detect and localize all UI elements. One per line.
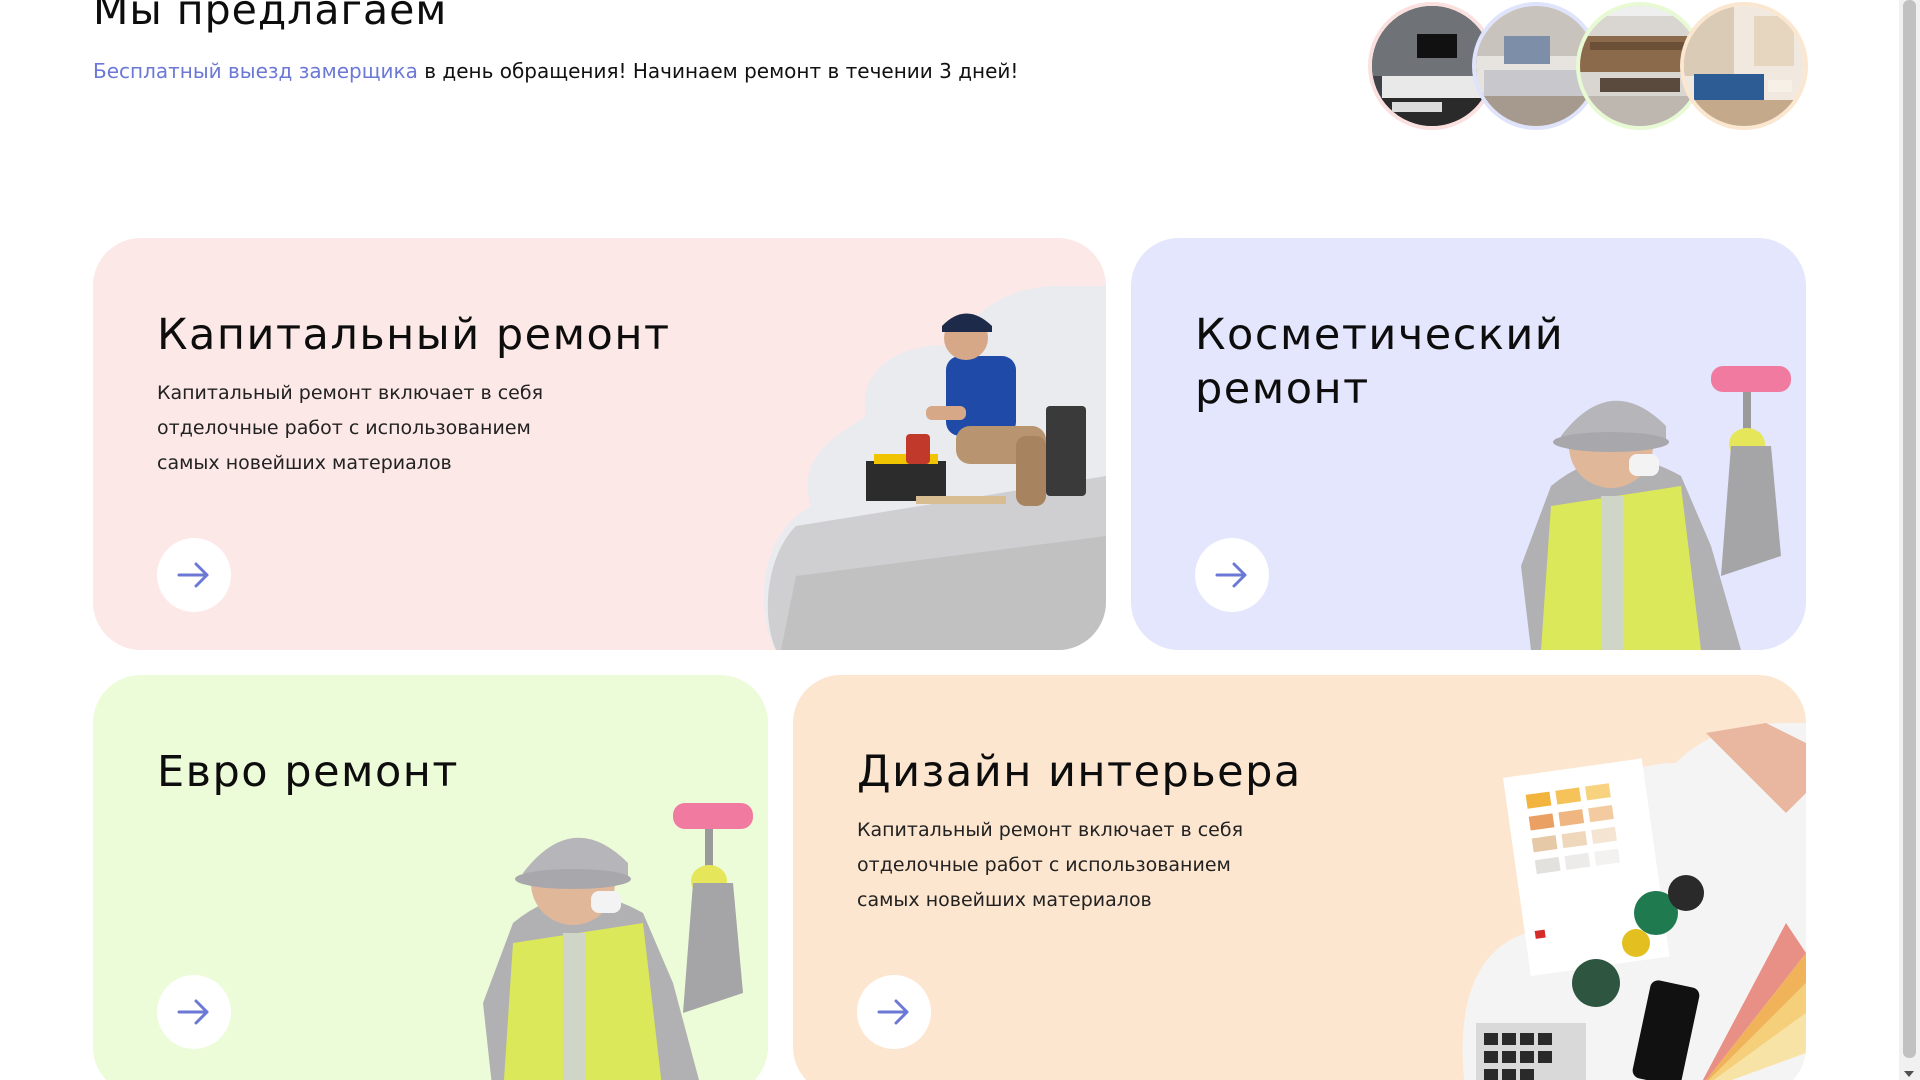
section-title: Мы предлагаем [93,0,448,34]
card-title: Евро ремонт [157,747,459,797]
arrow-right-icon [177,999,209,1025]
color-swatches-photo [1456,723,1806,1080]
vertical-scrollbar[interactable] [1899,0,1920,1080]
arrow-right-icon [177,562,209,588]
card-arrow-button[interactable] [1195,538,1269,612]
service-card-interior-design[interactable]: Дизайн интерьера Капитальный ремонт вклю… [793,675,1806,1080]
card-title: Дизайн интерьера [857,747,1302,797]
arrow-right-icon [877,999,909,1025]
page: Мы предлагаем Бесплатный выезд замерщика… [0,0,1920,1080]
painter-with-roller-photo [443,803,768,1080]
worker-with-drill-photo [756,286,1106,650]
card-title: Косметический ремонт [1195,310,1565,414]
card-arrow-button[interactable] [857,975,931,1049]
interior-photo-4[interactable] [1680,2,1808,130]
card-arrow-button[interactable] [157,538,231,612]
services-section: Мы предлагаем Бесплатный выезд замерщика… [0,0,1899,1080]
subtitle-text: в день обращения! Начинаем ремонт в тече… [417,59,1019,83]
section-subtitle: Бесплатный выезд замерщика в день обраще… [93,58,1018,84]
service-card-euro-repair[interactable]: Евро ремонт [93,675,768,1080]
arrow-right-icon [1215,562,1247,588]
card-description: Капитальный ремонт включает в себя отдел… [157,382,544,474]
card-arrow-button[interactable] [157,975,231,1049]
service-card-cosmetic-repair[interactable]: Косметический ремонт [1131,238,1806,650]
card-description: Капитальный ремонт включает в себя отдел… [857,819,1244,911]
scrollbar-thumb[interactable] [1903,0,1916,1058]
scroll-down-arrow-icon[interactable] [1904,1071,1914,1077]
service-card-capital-repair[interactable]: Капитальный ремонт Капитальный ремонт вк… [93,238,1106,650]
interior-gallery [1368,0,1808,140]
card-title: Капитальный ремонт [157,310,671,360]
free-measurer-link[interactable]: Бесплатный выезд замерщика [93,59,418,83]
